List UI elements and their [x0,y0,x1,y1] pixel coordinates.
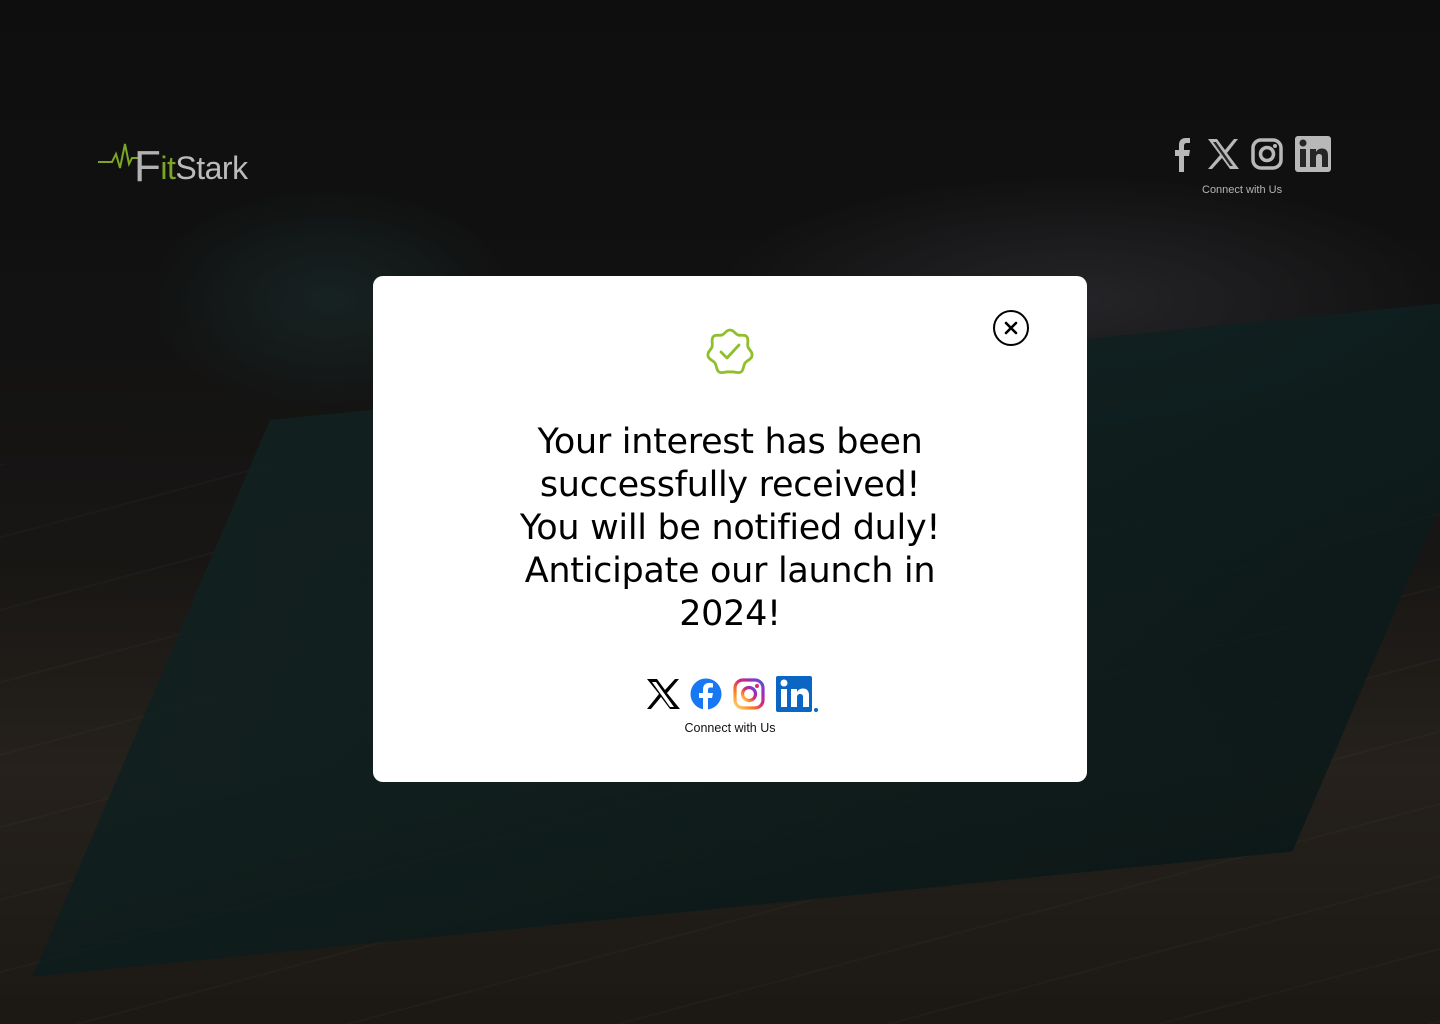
success-modal: Your interest has been successfully rece… [373,276,1087,782]
header-social-links: Connect with Us [1168,134,1344,204]
linkedin-icon[interactable] [1294,135,1334,177]
message-line: 2024! [679,594,781,634]
facebook-icon[interactable] [1168,134,1196,178]
x-icon[interactable] [1206,137,1240,175]
success-message: Your interest has been successfully rece… [373,421,1087,636]
verified-check-icon [706,328,754,375]
linkedin-icon[interactable] [775,675,819,713]
connect-label: Connect with Us [684,721,776,735]
close-button[interactable] [993,310,1029,346]
close-icon [1004,321,1018,335]
logo-wordmark: FitStark [134,142,248,191]
fitstark-logo[interactable]: FitStark [98,128,288,191]
message-line: Your interest has been [537,422,923,462]
header-connect-label: Connect with Us [1202,184,1283,196]
message-line: You will be notified duly! [519,508,941,548]
message-line: Anticipate our launch in [524,551,936,591]
x-icon[interactable] [645,676,681,712]
instagram-icon[interactable] [731,676,767,712]
message-line: successfully received! [539,465,921,505]
modal-social-links [645,674,819,714]
instagram-icon[interactable] [1250,137,1284,175]
facebook-icon[interactable] [689,677,723,711]
